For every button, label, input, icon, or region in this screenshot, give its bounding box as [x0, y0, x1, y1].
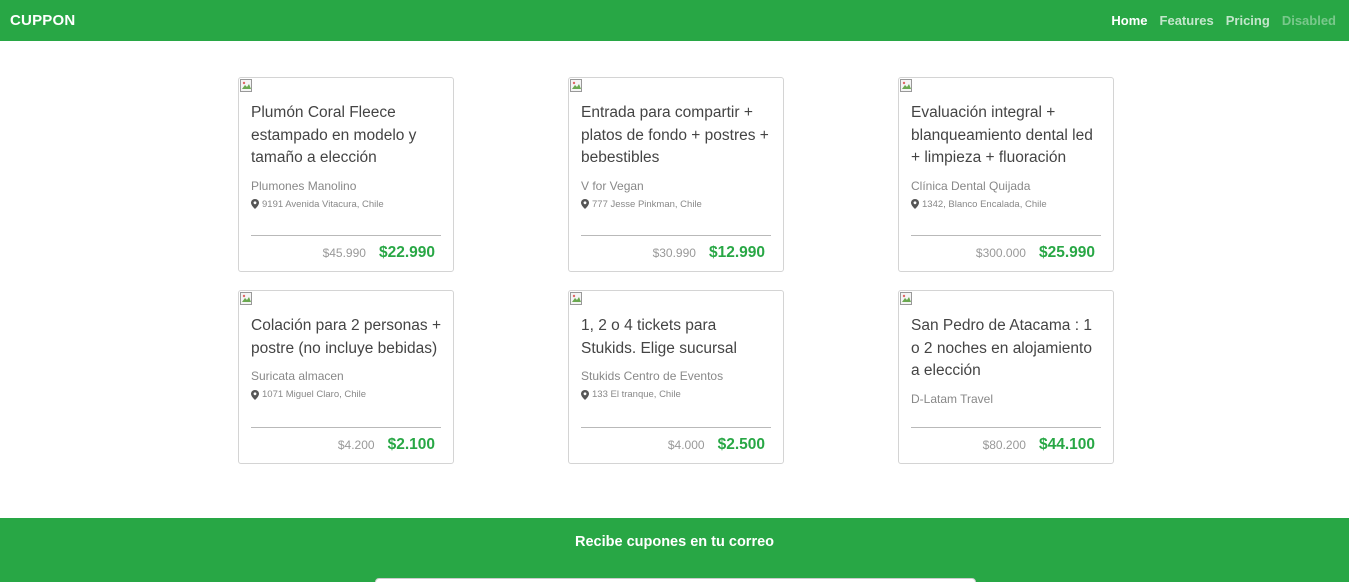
email-input[interactable] — [375, 578, 976, 582]
deal-card[interactable]: Entrada para compartir + platos de fondo… — [568, 77, 784, 272]
newsletter-heading: Recibe cupones en tu correo — [574, 534, 775, 550]
deal-address: 1071 Miguel Claro, Chile — [251, 389, 441, 400]
deal-prices: $80.200 $44.100 — [983, 436, 1095, 454]
deal-address-text: 777 Jesse Pinkman, Chile — [592, 198, 702, 210]
nav-menu: Home Features Pricing Disabled — [1111, 13, 1339, 28]
deal-merchant: Clínica Dental Quijada — [911, 178, 1031, 193]
deal-address-text: 9191 Avenida Vitacura, Chile — [262, 198, 384, 210]
nav-pricing[interactable]: Pricing — [1226, 13, 1270, 28]
map-pin-icon — [251, 199, 259, 209]
divider — [911, 427, 1101, 428]
deal-merchant: D-Latam Travel — [911, 391, 994, 406]
deal-title[interactable]: Plumón Coral Fleece estampado en modelo … — [251, 102, 441, 170]
deal-card[interactable]: Evaluación integral + blanqueamiento den… — [898, 77, 1114, 272]
broken-image-icon — [900, 292, 912, 305]
old-price: $80.200 — [982, 438, 1026, 452]
sale-price: $25.990 — [1038, 244, 1095, 261]
sale-price: $2.100 — [387, 436, 435, 453]
sale-price: $44.100 — [1038, 436, 1095, 453]
deal-address: 133 El tranque, Chile — [581, 389, 771, 400]
deal-card[interactable]: Colación para 2 personas + postre (no in… — [238, 290, 454, 464]
nav-home[interactable]: Home — [1111, 13, 1147, 28]
deal-prices: $4.000 $2.500 — [668, 436, 765, 454]
deal-title[interactable]: San Pedro de Atacama : 1 o 2 noches en a… — [911, 315, 1101, 383]
broken-image-icon — [570, 292, 582, 305]
deal-card[interactable]: Plumón Coral Fleece estampado en modelo … — [238, 77, 454, 272]
deal-title[interactable]: Evaluación integral + blanqueamiento den… — [911, 102, 1101, 170]
sale-price: $12.990 — [708, 244, 765, 261]
map-pin-icon — [911, 199, 919, 209]
deal-title[interactable]: Colación para 2 personas + postre (no in… — [251, 315, 441, 360]
old-price: $4.000 — [667, 438, 705, 452]
broken-image-icon — [900, 79, 912, 92]
deal-address: 9191 Avenida Vitacura, Chile — [251, 199, 441, 210]
deal-address-text: 1342, Blanco Encalada, Chile — [922, 198, 1047, 210]
old-price: $4.200 — [337, 438, 375, 452]
broken-image-icon — [240, 292, 252, 305]
old-price: $45.990 — [322, 246, 366, 260]
map-pin-icon — [581, 389, 589, 400]
deal-merchant: V for Vegan — [581, 178, 644, 193]
sale-price: $2.500 — [717, 436, 765, 453]
deal-card[interactable]: San Pedro de Atacama : 1 o 2 noches en a… — [898, 290, 1114, 464]
deal-merchant: Suricata almacen — [251, 369, 344, 383]
map-pin-icon — [581, 199, 589, 209]
deal-merchant: Stukids Centro de Eventos — [581, 369, 724, 383]
deal-address: 1342, Blanco Encalada, Chile — [911, 199, 1101, 210]
map-pin-icon — [251, 389, 259, 400]
divider — [581, 427, 771, 428]
old-price: $30.990 — [652, 246, 696, 260]
navbar: CUPPON Home Features Pricing Disabled — [0, 0, 1349, 41]
divider — [911, 235, 1101, 236]
deal-title[interactable]: Entrada para compartir + platos de fondo… — [581, 102, 771, 170]
brand-logo[interactable]: CUPPON — [10, 12, 75, 29]
deal-prices: $4.200 $2.100 — [338, 436, 435, 454]
broken-image-icon — [570, 79, 582, 92]
sale-price: $22.990 — [378, 244, 435, 261]
divider — [251, 235, 441, 236]
newsletter-section: Recibe cupones en tu correo — [0, 518, 1349, 582]
deal-prices: $300.000 $25.990 — [976, 244, 1095, 262]
deal-merchant: Plumones Manolino — [251, 178, 357, 193]
deal-address-text: 133 El tranque, Chile — [592, 389, 681, 400]
deal-address-text: 1071 Miguel Claro, Chile — [262, 389, 367, 400]
deal-title[interactable]: 1, 2 o 4 tickets para Stukids. Elige suc… — [581, 315, 771, 360]
divider — [581, 235, 771, 236]
deal-card[interactable]: 1, 2 o 4 tickets para Stukids. Elige suc… — [568, 290, 784, 464]
divider — [251, 427, 441, 428]
deal-prices: $45.990 $22.990 — [323, 244, 435, 262]
nav-disabled: Disabled — [1281, 13, 1336, 28]
deal-address: 777 Jesse Pinkman, Chile — [581, 199, 771, 210]
old-price: $300.000 — [975, 246, 1026, 260]
deal-prices: $30.990 $12.990 — [653, 244, 765, 262]
broken-image-icon — [240, 79, 252, 92]
nav-features[interactable]: Features — [1160, 13, 1214, 28]
